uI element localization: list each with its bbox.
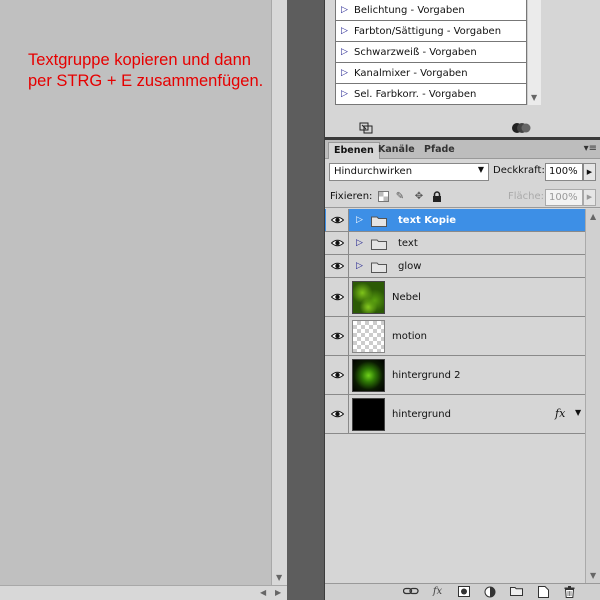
effects-expand-arrow-icon[interactable]: ▼ [575, 408, 581, 417]
new-adjustment-layer-icon[interactable] [483, 586, 496, 598]
add-layer-style-fx-icon[interactable]: fx [430, 586, 445, 598]
opacity-slider-arrow-icon[interactable]: ▶ [583, 163, 596, 181]
expand-triangle-icon[interactable]: ▷ [341, 68, 354, 78]
layer-row-motion[interactable]: motion [325, 317, 585, 356]
preset-item[interactable]: ▷ Belichtung - Vorgaben [336, 0, 526, 21]
layers-panel-tabs: Ebenen Kanäle Pfade ▾≡ [325, 140, 600, 159]
scroll-right-arrow-icon[interactable]: ▶ [275, 588, 281, 597]
layer-name: text [398, 238, 418, 249]
layer-row-text[interactable]: ▷ text [325, 232, 585, 255]
preset-label: Farbton/Sättigung - Vorgaben [354, 25, 502, 37]
expand-triangle-icon[interactable]: ▷ [341, 47, 354, 57]
layers-bottom-bar: fx [325, 583, 600, 600]
expand-triangle-icon[interactable]: ▷ [356, 238, 363, 248]
expand-triangle-icon[interactable]: ▷ [341, 5, 354, 15]
lock-label: Fixieren: [330, 191, 373, 202]
layer-name: hintergrund 2 [392, 370, 461, 381]
visibility-eye-icon[interactable] [326, 395, 349, 433]
blend-mode-select[interactable]: Hindurchwirken ▼ [329, 163, 489, 181]
adjustment-presets-list: ▷ Belichtung - Vorgaben ▷ Farbton/Sättig… [335, 0, 527, 105]
adjustments-footer [325, 119, 600, 137]
visibility-eye-icon[interactable] [326, 255, 349, 277]
layer-name: text Kopie [398, 215, 457, 226]
workspace-background [287, 0, 324, 600]
panel-menu-icon[interactable]: ▾≡ [584, 143, 597, 154]
visibility-eye-icon[interactable] [326, 232, 349, 254]
preset-label: Schwarzweiß - Vorgaben [354, 46, 477, 58]
fill-input[interactable]: 100% [545, 189, 583, 206]
visibility-eye-icon[interactable] [326, 278, 349, 316]
tab-kanaele[interactable]: Kanäle [373, 142, 420, 159]
tab-pfade[interactable]: Pfade [419, 142, 460, 159]
new-layer-icon[interactable] [537, 586, 550, 598]
folder-icon [371, 238, 387, 250]
expand-triangle-icon[interactable]: ▷ [341, 26, 354, 36]
lock-transparency-icon[interactable] [377, 191, 389, 203]
visibility-eye-icon[interactable] [326, 356, 349, 394]
layer-row-hintergrund-2[interactable]: hintergrund 2 [325, 356, 585, 395]
layer-name: hintergrund [392, 409, 451, 420]
trash-delete-icon[interactable] [563, 586, 576, 598]
photoshop-window: Textgruppe kopieren und dann per STRG + … [0, 0, 600, 600]
link-layers-icon[interactable] [402, 586, 419, 598]
lock-position-move-icon[interactable]: ✥ [413, 191, 425, 203]
opacity-label: Deckkraft: [493, 165, 545, 176]
layer-name: glow [398, 261, 422, 272]
canvas-vertical-scrollbar[interactable]: ▼ [271, 0, 287, 585]
new-group-folder-icon[interactable] [510, 586, 523, 598]
panel-column: ▷ Belichtung - Vorgaben ▷ Farbton/Sättig… [324, 0, 600, 600]
blend-mode-value: Hindurchwirken [334, 166, 413, 177]
canvas-horizontal-scrollbar[interactable]: ◀ ▶ [0, 585, 287, 600]
preset-item[interactable]: ▷ Schwarzweiß - Vorgaben [336, 42, 526, 63]
scroll-down-arrow-icon[interactable]: ▼ [590, 571, 596, 580]
layer-row-glow[interactable]: ▷ glow [325, 255, 585, 278]
lock-row: Fixieren: ✎ ✥ Fläche: 100% ▶ [325, 186, 600, 208]
fill-label: Fläche: [508, 191, 545, 202]
layer-thumbnail[interactable] [352, 281, 385, 314]
folder-icon [371, 215, 387, 227]
expand-triangle-icon[interactable]: ▷ [356, 261, 363, 271]
add-mask-icon[interactable] [457, 586, 470, 598]
layer-name: Nebel [392, 292, 421, 303]
preset-label: Belichtung - Vorgaben [354, 4, 465, 16]
layers-list: ▷ text Kopie ▷ text ▷ glow Nebel motion … [325, 209, 585, 583]
scroll-down-arrow-icon[interactable]: ▼ [276, 573, 282, 582]
clip-to-layer-icon[interactable] [511, 121, 531, 133]
scroll-down-arrow-icon[interactable]: ▼ [531, 93, 537, 102]
visibility-eye-icon[interactable] [326, 317, 349, 355]
tab-ebenen[interactable]: Ebenen [328, 142, 380, 159]
preset-item[interactable]: ▷ Kanalmixer - Vorgaben [336, 63, 526, 84]
return-to-list-icon[interactable] [359, 122, 373, 134]
preset-label: Kanalmixer - Vorgaben [354, 67, 468, 79]
presets-scrollbar[interactable]: ▼ [527, 0, 541, 105]
layers-scrollbar[interactable]: ▲ ▼ [585, 209, 600, 583]
preset-item[interactable]: ▷ Sel. Farbkorr. - Vorgaben [336, 84, 526, 105]
chevron-down-icon: ▼ [477, 165, 484, 174]
layer-effects-fx-icon[interactable]: fx [555, 407, 565, 420]
lock-all-padlock-icon[interactable] [431, 191, 443, 203]
fill-slider-arrow-icon[interactable]: ▶ [583, 189, 596, 206]
layer-row-hintergrund[interactable]: hintergrund fx ▼ [325, 395, 585, 434]
layer-name: motion [392, 331, 428, 342]
folder-icon [371, 261, 387, 273]
layer-thumbnail[interactable] [352, 398, 385, 431]
blend-opacity-row: Hindurchwirken ▼ Deckkraft: 100% ▶ [325, 160, 600, 184]
scroll-up-arrow-icon[interactable]: ▲ [590, 212, 596, 221]
expand-triangle-icon[interactable]: ▷ [356, 215, 363, 225]
document-canvas[interactable]: Textgruppe kopieren und dann per STRG + … [0, 0, 271, 585]
scroll-left-arrow-icon[interactable]: ◀ [260, 588, 266, 597]
layer-thumbnail[interactable] [352, 359, 385, 392]
preset-label: Sel. Farbkorr. - Vorgaben [354, 88, 477, 100]
expand-triangle-icon[interactable]: ▷ [341, 89, 354, 99]
lock-pixels-brush-icon[interactable]: ✎ [394, 191, 406, 203]
layer-row-nebel[interactable]: Nebel [325, 278, 585, 317]
visibility-eye-icon[interactable] [326, 209, 349, 231]
preset-item[interactable]: ▷ Farbton/Sättigung - Vorgaben [336, 21, 526, 42]
layer-thumbnail[interactable] [352, 320, 385, 353]
annotation-text: Textgruppe kopieren und dann per STRG + … [28, 51, 264, 90]
layer-row-text-kopie[interactable]: ▷ text Kopie [325, 209, 585, 232]
opacity-input[interactable]: 100% [545, 163, 583, 181]
